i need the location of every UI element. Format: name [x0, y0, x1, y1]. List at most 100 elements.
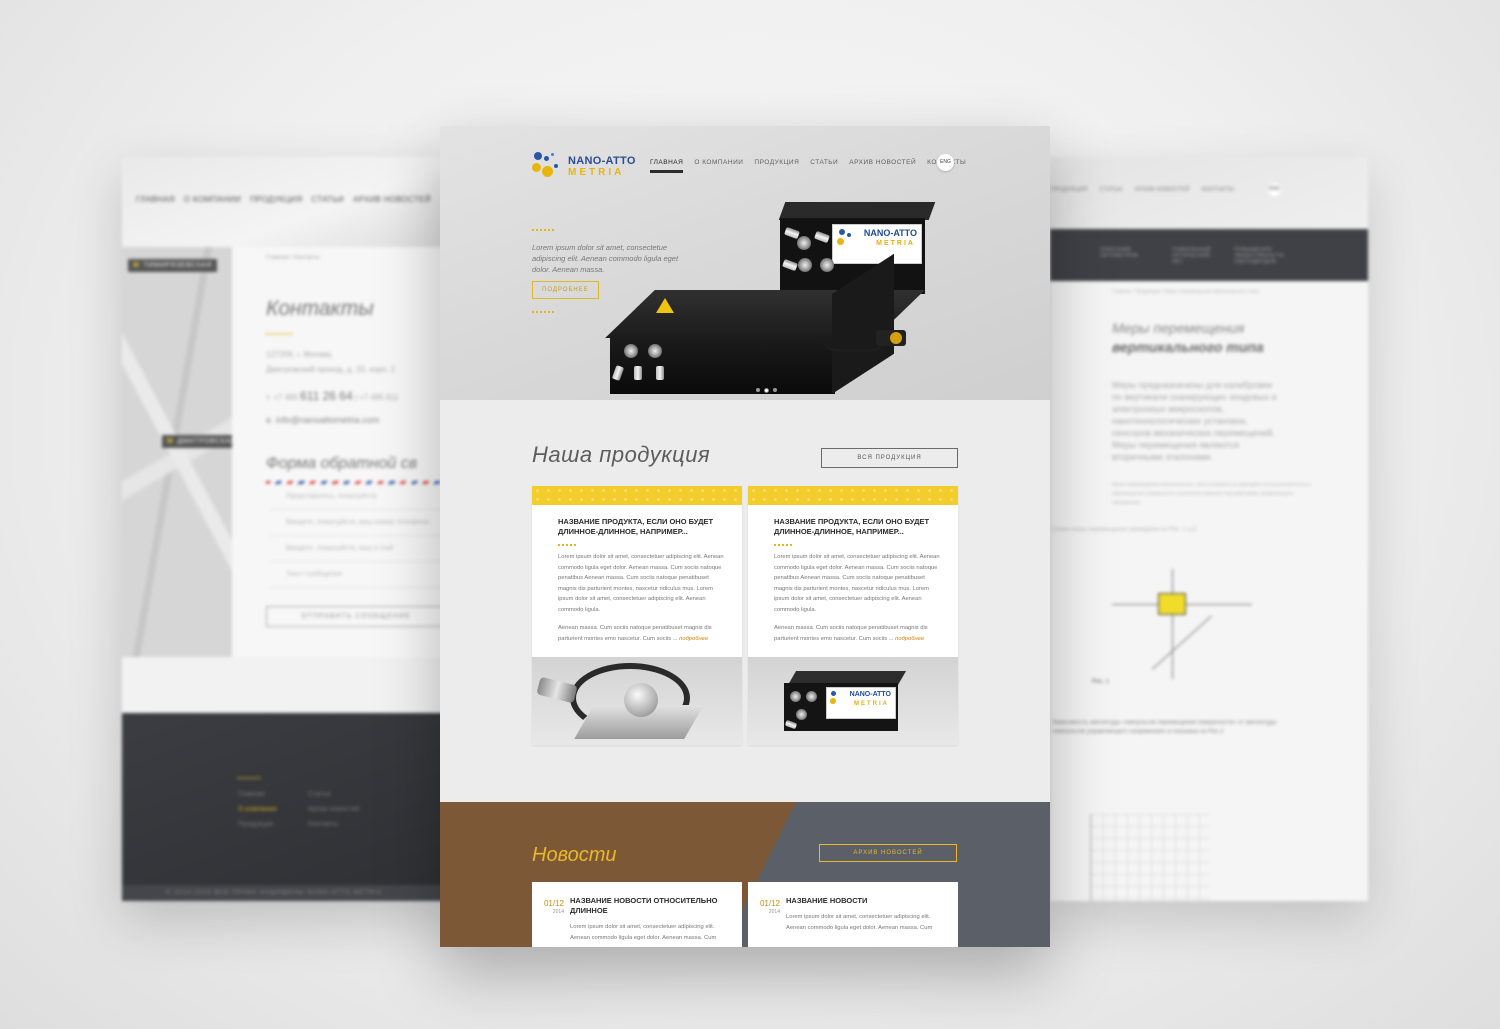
- contacts-footer: Главная О компании Продукция Статьи Архи…: [122, 713, 452, 901]
- product-tab[interactable]: ПОВЫШЕНИЯ ЭФФЕКТИВНОСТИ СВЕТОДИОДОВ: [1234, 247, 1294, 281]
- contacts-header: ГЛАВНАЯ О КОМПАНИИ ПРОДУКЦИЯ СТАТЬИ АРХИ…: [122, 157, 452, 247]
- metro-label: M ТИМИРЯЗЕВСКАЯ: [128, 259, 217, 272]
- product-card[interactable]: НАЗВАНИЕ ПРОДУКТА, ЕСЛИ ОНО БУДЕТ ДЛИННО…: [532, 486, 742, 745]
- submit-button[interactable]: ОТПРАВИТЬ СООБЩЕНИЕ: [266, 606, 446, 627]
- product-tabs: ОПИСАНИЕ ОКТОМЕТРОВ УНИКАЛЬНЫЙ ОПТИЧЕСКИ…: [1050, 229, 1368, 281]
- nav-item-articles[interactable]: СТАТЬИ: [810, 159, 838, 173]
- home-page-mockup: NANO-ATTO METRIA ГЛАВНАЯ О КОМПАНИИ ПРОД…: [440, 126, 1050, 947]
- nav-item-about[interactable]: О КОМПАНИИ: [694, 159, 743, 173]
- metro-icon: M: [167, 438, 174, 445]
- article-nav-item[interactable]: КОНТАКТЫ: [1202, 187, 1234, 193]
- footer-col: Статьи Архив новостей Контакты: [308, 787, 359, 832]
- all-products-button[interactable]: ВСЯ ПРОДУКЦИЯ: [821, 448, 958, 468]
- news-card[interactable]: 01/12 2014 НАЗВАНИЕ НОВОСТИ Lorem ipsum d…: [748, 882, 958, 947]
- article-nav-item[interactable]: АРХИВ НОВОСТЕЙ: [1134, 187, 1189, 193]
- logo-icon: [532, 152, 562, 182]
- footer-link[interactable]: Главная: [238, 787, 277, 802]
- product-tab[interactable]: УНИКАЛЬНЫЙ ОПТИЧЕСКИЙ НЕТ: [1172, 247, 1212, 281]
- contacts-nav-item[interactable]: ПРОДУКЦИЯ: [250, 195, 302, 204]
- contacts-nav-item[interactable]: АРХИВ НОВОСТЕЙ: [353, 195, 431, 204]
- footer-link[interactable]: Контакты: [308, 817, 359, 832]
- contacts-map[interactable]: M ТИМИРЯЗЕВСКАЯ M ДМИТРОВСКАЯ: [122, 247, 241, 657]
- slider-dot[interactable]: [773, 388, 777, 392]
- nav-item-news-archive[interactable]: АРХИВ НОВОСТЕЙ: [849, 159, 916, 173]
- contacts-nav-item[interactable]: СТАТЬИ: [311, 195, 344, 204]
- logo-line2: METRIA: [568, 167, 625, 178]
- news-date: 01/12 2014: [543, 899, 564, 915]
- news-title: Новости: [532, 844, 617, 866]
- slider-dot[interactable]: [764, 387, 769, 393]
- device-brand-label: NANO-ATTO METRIA: [832, 224, 922, 264]
- logo[interactable]: NANO-ATTO METRIA: [532, 152, 636, 182]
- article-page-mockup: ПРОДУКЦИЯ СТАТЬИ АРХИВ НОВОСТЕЙ КОНТАКТЫ…: [1050, 157, 1368, 901]
- hero-device-image: NANO-ATTO METRIA: [600, 194, 980, 394]
- slider-dot[interactable]: [756, 388, 760, 392]
- address-line: 127206, г. Москва,: [266, 350, 334, 359]
- product-tab[interactable]: ОПИСАНИЕ ОКТОМЕТРОВ: [1100, 247, 1150, 281]
- chart-graph: [1090, 814, 1210, 901]
- contacts-nav: ГЛАВНАЯ О КОМПАНИИ ПРОДУКЦИЯ СТАТЬИ АРХИ…: [136, 195, 431, 204]
- news-section: Новости АРХИВ НОВОСТЕЙ 01/12 2014 НАЗВАНИ…: [440, 802, 1050, 947]
- main-nav: ГЛАВНАЯ О КОМПАНИИ ПРОДУКЦИЯ СТАТЬИ АРХИ…: [650, 159, 966, 173]
- form-title: Форма обратной св: [266, 455, 418, 472]
- divider: [532, 311, 554, 313]
- article-nav-item[interactable]: ПРОДУКЦИЯ: [1050, 187, 1087, 193]
- divider: [238, 777, 260, 779]
- footer-col: Главная О компании Продукция: [238, 787, 277, 832]
- news-headline[interactable]: НАЗВАНИЕ НОВОСТИ: [786, 896, 948, 906]
- copyright: © 2014-2015 ВСЕ ПРАВА ЗАЩИЩЕНЫ NANO-ATTO…: [122, 885, 452, 901]
- article-lead: Меры предназначены для калибровки по вер…: [1112, 380, 1277, 462]
- metro-icon: M: [133, 262, 140, 269]
- language-switch[interactable]: ENG: [937, 154, 954, 171]
- products-title: Наша продукция: [532, 442, 711, 467]
- page-title: Контакты: [266, 297, 374, 320]
- divider: [774, 544, 792, 546]
- contacts-nav-item[interactable]: О КОМПАНИИ: [184, 195, 241, 204]
- slider-pagination: [756, 387, 777, 393]
- footer-link[interactable]: О компании: [238, 802, 277, 817]
- contacts-nav-item[interactable]: ГЛАВНАЯ: [136, 195, 175, 204]
- article-paragraph: Зависимость амплитуды «импульсов перемещ…: [1052, 720, 1277, 735]
- figure-label: Рис. 1: [1092, 679, 1110, 685]
- more-link[interactable]: подробнее: [895, 636, 924, 642]
- nav-item-home[interactable]: ГЛАВНАЯ: [650, 159, 684, 173]
- article-title: Меры перемещения вертикального типа: [1112, 320, 1264, 355]
- phone-field[interactable]: Введите, пожалуйста, ваш номер телефона: [270, 510, 452, 536]
- news-archive-button[interactable]: АРХИВ НОВОСТЕЙ: [819, 844, 957, 862]
- footer-link[interactable]: Статьи: [308, 787, 359, 802]
- article-nav-item[interactable]: СТАТЬИ: [1099, 187, 1122, 193]
- divider: [266, 333, 292, 335]
- more-link[interactable]: подробнее: [679, 636, 708, 642]
- footer-link[interactable]: Архив новостей: [308, 802, 359, 817]
- diagram-caption: Схема меры перемещения приведена на Рис.…: [1052, 527, 1198, 533]
- nav-item-products[interactable]: ПРОДУКЦИЯ: [754, 159, 799, 173]
- breadcrumb: Главная / Продукция / Меры перемещения в…: [1112, 289, 1259, 295]
- hero-banner: NANO-ATTO METRIA ГЛАВНАЯ О КОМПАНИИ ПРОД…: [440, 126, 1050, 400]
- contacts-content: Главная / Контакты Контакты 127206, г. М…: [232, 247, 452, 657]
- product-description: Lorem ipsum dolor sit amet, consectetuer…: [558, 554, 724, 613]
- product-description: Aenean massa. Cum sociis natoque penatib…: [774, 625, 928, 642]
- news-excerpt: Lorem ipsum dolor sit amet, consectetuer…: [570, 924, 717, 941]
- news-card[interactable]: 01/12 2014 НАЗВАНИЕ НОВОСТИ ОТНОСИТЕЛЬНО …: [532, 882, 742, 947]
- product-image: NANO-ATTO METRIA: [748, 657, 958, 745]
- news-excerpt: Lorem ipsum dolor sit amet, consectetuer…: [786, 914, 933, 931]
- metro-label: M ДМИТРОВСКАЯ: [162, 435, 241, 448]
- product-image: [532, 657, 742, 745]
- email-field[interactable]: Введите, пожалуйста, ваш e-mail: [270, 536, 452, 562]
- device-brand-label: NANO-ATTO METRIA: [826, 687, 896, 719]
- news-date: 01/12 2014: [759, 899, 780, 915]
- phone: т. +7 495 611 26 64 | +7 495 611: [266, 389, 399, 403]
- news-headline[interactable]: НАЗВАНИЕ НОВОСТИ ОТНОСИТЕЛЬНО ДЛИННОЕ: [570, 896, 732, 916]
- product-card[interactable]: НАЗВАНИЕ ПРОДУКТА, ЕСЛИ ОНО БУДЕТ ДЛИННО…: [748, 486, 958, 745]
- product-title[interactable]: НАЗВАНИЕ ПРОДУКТА, ЕСЛИ ОНО БУДЕТ ДЛИННО…: [558, 517, 726, 537]
- warning-icon: [656, 298, 674, 313]
- hero-more-button[interactable]: ПОДРОБНЕЕ: [532, 281, 599, 299]
- footer-link[interactable]: Продукция: [238, 817, 277, 832]
- product-description: Aenean massa. Cum sociis natoque penatib…: [558, 625, 712, 642]
- product-title[interactable]: НАЗВАНИЕ ПРОДУКТА, ЕСЛИ ОНО БУДЕТ ДЛИННО…: [774, 517, 942, 537]
- message-field[interactable]: Текст сообщения: [270, 562, 452, 588]
- language-switch[interactable]: ENG: [1268, 183, 1281, 196]
- email-link[interactable]: е. info@nanoattometria.com: [266, 415, 452, 425]
- name-field[interactable]: Представьтесь, пожалуйста: [270, 484, 452, 510]
- divider: [558, 544, 576, 546]
